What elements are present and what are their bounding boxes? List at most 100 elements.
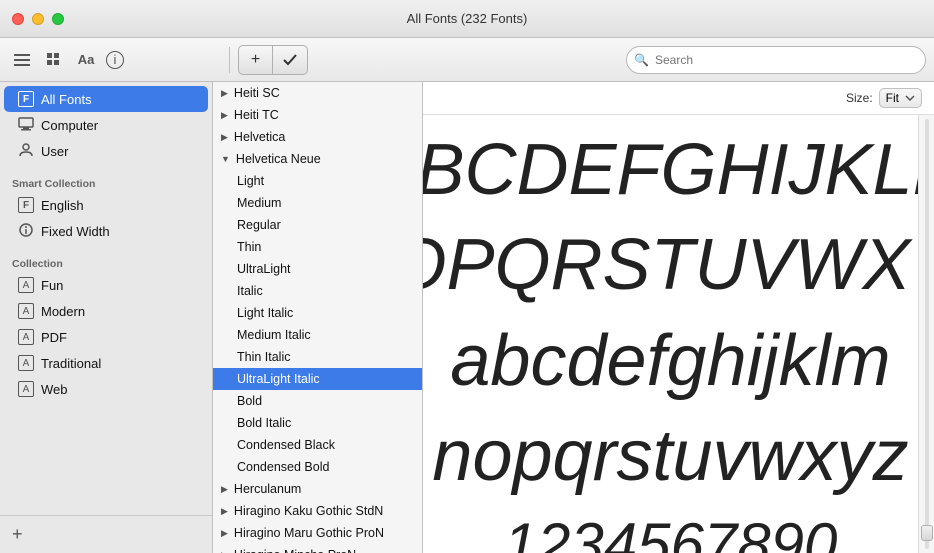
preview-line-lowercase-2: nopqrstuvwxyz [432,417,908,496]
sidebar-item-fun[interactable]: A Fun [4,272,208,298]
smart-collection-section: Smart Collection F English Fixed Width [0,168,212,248]
collapse-triangle: ▶ [221,550,228,553]
search-container: 🔍 [626,46,926,74]
traditional-label: Traditional [41,356,101,371]
search-input[interactable] [626,46,926,74]
close-button[interactable] [12,13,24,25]
check-button[interactable] [273,46,307,74]
list-item[interactable]: ▶ Hiragino Kaku Gothic StdN [213,500,422,522]
list-item[interactable]: Medium Italic [213,324,422,346]
add-font-button[interactable]: + [239,46,273,74]
list-item[interactable]: ▶ Hiragino Mincho ProN [213,544,422,553]
collapse-triangle: ▶ [221,88,228,99]
list-item[interactable]: ▶ Heiti TC [213,104,422,126]
font-name-helvetica: Helvetica [234,130,285,144]
font-name-bold-italic: Bold Italic [237,416,291,430]
sidebar-item-computer[interactable]: Computer [4,112,208,138]
preview-line-uppercase-2: NOPQRSTUVWXYZ [423,226,918,305]
list-item[interactable]: ▶ Hiragino Maru Gothic ProN [213,522,422,544]
collapse-triangle: ▶ [221,484,228,495]
list-item[interactable]: Italic [213,280,422,302]
chevron-down-icon [905,95,915,101]
list-item[interactable]: Thin [213,236,422,258]
sidebar-item-traditional[interactable]: A Traditional [4,350,208,376]
toolbar: Aa i + 🔍 [0,38,934,82]
list-item[interactable]: Light Italic [213,302,422,324]
list-item[interactable]: Condensed Black [213,434,422,456]
list-view-button[interactable] [8,46,36,74]
size-label: Size: [846,91,873,105]
font-name-ultralight: UltraLight [237,262,291,276]
slider-thumb[interactable] [921,525,933,541]
preview-content: Helvetica Neue UltraLight Italic ABCDEFG… [423,115,934,553]
web-icon: A [18,381,34,397]
font-name-ultralight-italic: UltraLight Italic [237,372,320,386]
collection-section: Collection A Fun A Modern A PDF A Tradit… [0,248,212,406]
collection-label: Collection [0,252,212,272]
toolbar-left: Aa i [8,46,221,74]
sidebar-item-pdf[interactable]: A PDF [4,324,208,350]
fonts-section: F All Fonts Computer User [0,82,212,168]
sidebar-item-english[interactable]: F English [4,192,208,218]
list-item[interactable]: ▶ Helvetica [213,126,422,148]
preview-scrollbar [918,115,934,553]
font-name-medium: Medium [237,196,281,210]
sidebar: F All Fonts Computer User Smart Collecti… [0,82,213,553]
list-item[interactable]: ▼ Helvetica Neue [213,148,422,170]
add-remove-group: + [238,45,308,75]
font-name-thin-italic: Thin Italic [237,350,291,364]
info-button[interactable]: i [106,51,124,69]
list-item[interactable]: Regular [213,214,422,236]
size-dropdown[interactable]: Fit [879,88,922,108]
font-list-panel: ▶ Heiti SC ▶ Heiti TC ▶ Helvetica ▼ Helv… [213,82,423,553]
list-item-selected[interactable]: UltraLight Italic [213,368,422,390]
english-label: English [41,198,84,213]
list-item[interactable]: Light [213,170,422,192]
font-name-regular: Regular [237,218,281,232]
window-controls [12,13,64,25]
maximize-button[interactable] [52,13,64,25]
list-item[interactable]: Bold [213,390,422,412]
sidebar-item-user[interactable]: User [4,138,208,164]
all-fonts-label: All Fonts [41,92,92,107]
list-item[interactable]: UltraLight [213,258,422,280]
size-value: Fit [886,91,899,105]
list-item[interactable]: Thin Italic [213,346,422,368]
sidebar-item-web[interactable]: A Web [4,376,208,402]
sidebar-item-all-fonts[interactable]: F All Fonts [4,86,208,112]
list-item[interactable]: ▶ Heiti SC [213,82,422,104]
all-fonts-icon: F [18,91,34,107]
add-collection-button[interactable]: + [12,524,23,545]
sidebar-item-modern[interactable]: A Modern [4,298,208,324]
grid-view-button[interactable] [40,46,68,74]
font-name-condensed-black: Condensed Black [237,438,335,452]
font-preview-button[interactable]: Aa [72,46,100,74]
window-title: All Fonts (232 Fonts) [407,11,528,26]
font-name-condensed-bold: Condensed Bold [237,460,329,474]
preview-line-lowercase-1: abcdefghijklm [450,322,890,401]
font-name-hiragino-kaku: Hiragino Kaku Gothic StdN [234,504,383,518]
collapse-triangle: ▶ [221,528,228,539]
list-item[interactable]: Condensed Bold [213,456,422,478]
font-name-medium-italic: Medium Italic [237,328,311,342]
list-item[interactable]: ▶ Herculanum [213,478,422,500]
modern-label: Modern [41,304,85,319]
expand-triangle: ▼ [221,154,230,164]
traditional-icon: A [18,355,34,371]
font-name-bold: Bold [237,394,262,408]
list-item[interactable]: Medium [213,192,422,214]
minimize-button[interactable] [32,13,44,25]
font-name-heiti-sc: Heiti SC [234,86,280,100]
list-item[interactable]: Bold Italic [213,412,422,434]
font-name-hiragino-mincho: Hiragino Mincho ProN [234,548,356,553]
preview-panel: Size: Fit Helvetica Neue UltraLight Ital… [423,82,934,553]
fixed-width-icon [18,223,34,240]
sidebar-item-fixed-width[interactable]: Fixed Width [4,218,208,244]
user-icon [18,143,34,160]
smart-collection-label: Smart Collection [0,172,212,192]
titlebar: All Fonts (232 Fonts) [0,0,934,38]
font-name-italic: Italic [237,284,263,298]
preview-line-numbers: 1234567890 [504,512,838,553]
collapse-triangle: ▶ [221,132,228,143]
font-name-thin: Thin [237,240,261,254]
